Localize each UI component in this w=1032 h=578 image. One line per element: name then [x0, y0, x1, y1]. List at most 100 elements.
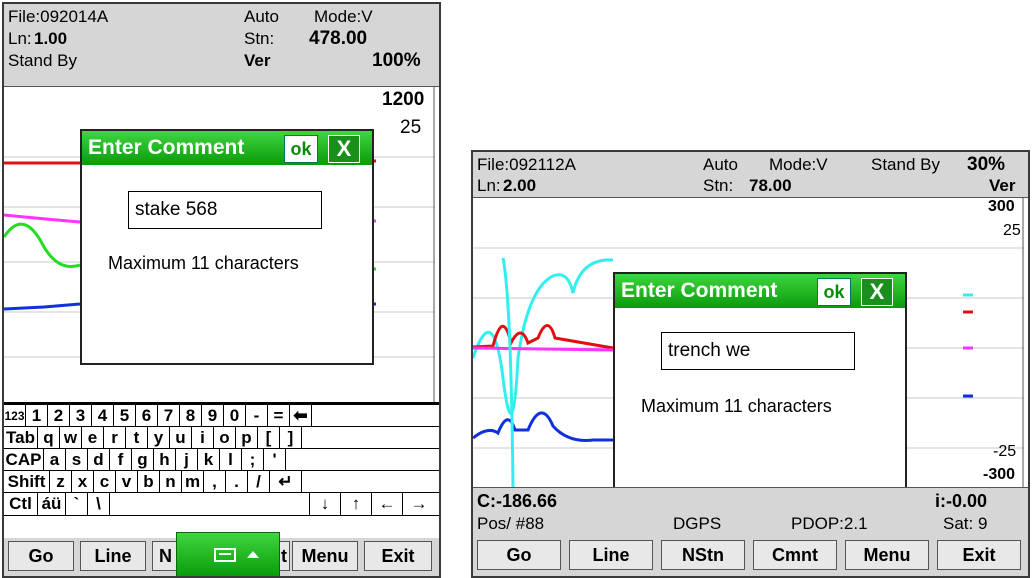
key-123[interactable]: 123 [4, 405, 26, 427]
file-name: File:092112A [477, 155, 576, 174]
key-s[interactable]: s [66, 449, 88, 471]
ver-label: Ver [244, 51, 271, 70]
key-i[interactable]: i [192, 427, 214, 449]
key-tab[interactable]: Tab [4, 427, 38, 449]
arrow-left-key[interactable]: ← [372, 493, 403, 515]
input-panel-toggle[interactable] [176, 532, 280, 576]
key-accents[interactable]: áü [38, 493, 66, 515]
key-m[interactable]: m [182, 471, 204, 493]
line-button[interactable]: Line [569, 540, 653, 570]
key-3[interactable]: 3 [70, 405, 92, 427]
key-equals[interactable]: = [268, 405, 290, 427]
scale-second: 25 [400, 117, 422, 138]
key-minus[interactable]: - [246, 405, 268, 427]
key-apostrophe[interactable]: ' [264, 449, 286, 471]
auto-label: Auto [244, 7, 279, 26]
exit-button[interactable]: Exit [937, 540, 1021, 570]
key-q[interactable]: q [38, 427, 60, 449]
line-button[interactable]: Line [80, 541, 146, 571]
key-f[interactable]: f [110, 449, 132, 471]
close-button[interactable]: X [861, 278, 893, 306]
key-r[interactable]: r [104, 427, 126, 449]
key-a[interactable]: a [44, 449, 66, 471]
cmnt-button[interactable]: Cmnt [753, 540, 837, 570]
key-y[interactable]: y [148, 427, 170, 449]
key-l[interactable]: l [220, 449, 242, 471]
go-button[interactable]: Go [477, 540, 561, 570]
key-p[interactable]: p [236, 427, 258, 449]
close-button[interactable]: X [328, 135, 360, 163]
key-caps[interactable]: CAP [4, 449, 44, 471]
key-z[interactable]: z [50, 471, 72, 493]
key-g[interactable]: g [132, 449, 154, 471]
comment-input[interactable]: trench we [661, 332, 855, 370]
key-w[interactable]: w [60, 427, 82, 449]
right-device-screen: File:092112A Auto Mode:V Stand By 30% Ln… [471, 150, 1030, 578]
scale-top: 300 [988, 198, 1015, 215]
key-b[interactable]: b [138, 471, 160, 493]
key-close-bracket[interactable]: ] [280, 427, 302, 449]
key-semicolon[interactable]: ; [242, 449, 264, 471]
go-button[interactable]: Go [8, 541, 74, 571]
key-c[interactable]: c [94, 471, 116, 493]
exit-button[interactable]: Exit [364, 541, 432, 571]
key-period[interactable]: . [226, 471, 248, 493]
key-d[interactable]: d [88, 449, 110, 471]
key-backslash[interactable]: \ [88, 493, 110, 515]
key-x[interactable]: x [72, 471, 94, 493]
auto-label: Auto [703, 155, 738, 174]
key-0[interactable]: 0 [224, 405, 246, 427]
station-label: Stn: [703, 176, 734, 195]
key-4[interactable]: 4 [92, 405, 114, 427]
menu-button[interactable]: Menu [292, 541, 358, 571]
key-e[interactable]: e [82, 427, 104, 449]
key-open-bracket[interactable]: [ [258, 427, 280, 449]
key-t[interactable]: t [126, 427, 148, 449]
key-j[interactable]: j [176, 449, 198, 471]
key-n[interactable]: n [160, 471, 182, 493]
c-value: C:-186.66 [477, 491, 558, 511]
arrow-up-key[interactable]: ↑ [341, 493, 372, 515]
line-value: 1.00 [34, 29, 68, 48]
nstn-button[interactable]: NStn [661, 540, 745, 570]
key-7[interactable]: 7 [158, 405, 180, 427]
keyboard-icon [214, 548, 259, 562]
key-comma[interactable]: , [204, 471, 226, 493]
enter-key[interactable]: ↵ [270, 471, 302, 493]
space-key[interactable] [110, 493, 310, 515]
key-5[interactable]: 5 [114, 405, 136, 427]
key-6[interactable]: 6 [136, 405, 158, 427]
ok-button[interactable]: ok [817, 278, 851, 306]
key-slash[interactable]: / [248, 471, 270, 493]
line-value: 2.00 [503, 176, 537, 195]
key-v[interactable]: v [116, 471, 138, 493]
comment-input[interactable]: stake 568 [128, 191, 322, 229]
mode-label: Mode:V [314, 7, 373, 26]
scale-bottom2: -25 [993, 443, 1017, 460]
scale-bottom: -300 [983, 466, 1016, 483]
line-label: Ln: [477, 176, 501, 195]
key-u[interactable]: u [170, 427, 192, 449]
keyboard-row-bottom: Shift z x c v b n m , . / ↵ [4, 470, 439, 493]
ok-button[interactable]: ok [284, 135, 318, 163]
arrow-right-key[interactable]: → [403, 493, 435, 515]
key-8[interactable]: 8 [180, 405, 202, 427]
key-shift[interactable]: Shift [4, 471, 50, 493]
key-9[interactable]: 9 [202, 405, 224, 427]
menu-button[interactable]: Menu [845, 540, 929, 570]
pdop-value: PDOP:2.1 [791, 514, 868, 533]
key-ctl[interactable]: Ctl [4, 493, 38, 515]
key-o[interactable]: o [214, 427, 236, 449]
key-k[interactable]: k [198, 449, 220, 471]
battery-percent: 100% [372, 50, 421, 71]
key-1[interactable]: 1 [26, 405, 48, 427]
arrow-down-key[interactable]: ↓ [310, 493, 341, 515]
right-menu-bar: Go Line NStn Cmnt Menu Exit [473, 537, 1028, 576]
key-h[interactable]: h [154, 449, 176, 471]
key-backtick[interactable]: ` [66, 493, 88, 515]
gps-readout: C:-186.66 i:-0.00 Pos/ #88 DGPS PDOP:2.1… [473, 487, 1028, 538]
backspace-key[interactable]: ⬅ [290, 405, 312, 427]
key-2[interactable]: 2 [48, 405, 70, 427]
keyboard-row-control: Ctl áü ` \ ↓ ↑ ← → [4, 492, 439, 516]
right-status-bar: File:092112A Auto Mode:V Stand By 30% Ln… [473, 152, 1028, 197]
